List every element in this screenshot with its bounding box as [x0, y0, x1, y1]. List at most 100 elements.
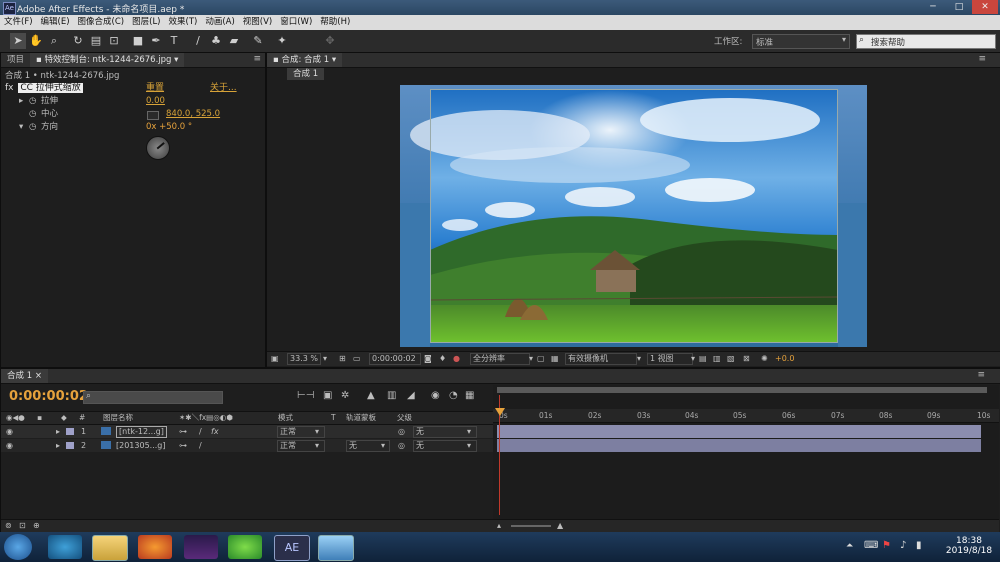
expand-arrow-icon[interactable]: ▸: [19, 95, 23, 108]
effect-reset-link[interactable]: 重置: [146, 82, 164, 95]
timeline-icon[interactable]: ▧: [727, 352, 735, 366]
quality-switch-icon[interactable]: /: [199, 425, 202, 438]
panel-menu-icon[interactable]: ≡: [253, 54, 261, 64]
menu-layer[interactable]: 图层(L): [128, 15, 164, 30]
close-icon[interactable]: ×: [32, 371, 42, 381]
camera-select[interactable]: 有效摄像机: [565, 353, 637, 365]
show-snapshot-icon[interactable]: ♦: [439, 352, 446, 366]
video-app-icon[interactable]: [184, 535, 218, 559]
pickwhip-icon[interactable]: ◎: [398, 439, 405, 452]
close-button[interactable]: ✕: [972, 0, 998, 14]
stopwatch-icon[interactable]: ◷: [29, 95, 36, 108]
brush-tool-icon[interactable]: /: [190, 33, 206, 49]
toggle-in-out-icon[interactable]: ⊕: [33, 520, 40, 532]
frame-blending-icon[interactable]: ▥: [387, 390, 396, 401]
menu-animation[interactable]: 动画(A): [201, 15, 238, 30]
flag-icon[interactable]: ⚑: [882, 540, 891, 551]
safe-zones-icon[interactable]: ⊞: [339, 352, 346, 366]
pickwhip-icon[interactable]: ◎: [398, 425, 405, 438]
snapshot-icon[interactable]: ◙: [424, 352, 432, 366]
shy-switch-icon[interactable]: ⊶: [179, 439, 187, 452]
flowchart-icon[interactable]: ⊠: [743, 352, 750, 366]
menu-window[interactable]: 窗口(W): [276, 15, 316, 30]
clock[interactable]: 18:38 2019/8/18: [944, 536, 994, 556]
chevron-down-icon[interactable]: ▾: [467, 439, 471, 452]
fast-previews-icon[interactable]: ▥: [713, 352, 721, 366]
network-icon[interactable]: ▮: [916, 540, 922, 551]
motion-blur-icon[interactable]: ◢: [407, 390, 415, 401]
graph-editor-icon[interactable]: ▦: [465, 390, 474, 401]
region-of-interest-icon[interactable]: ▢: [537, 352, 545, 366]
work-area-bar[interactable]: [497, 387, 987, 393]
chevron-down-icon[interactable]: ▾: [315, 425, 319, 438]
camera-tool-icon[interactable]: ▤: [88, 33, 104, 49]
file-explorer-icon[interactable]: [92, 535, 128, 561]
stopwatch-icon[interactable]: ◷: [29, 108, 36, 121]
layer-row[interactable]: ◉ ▸ 1 [ntk-12...g] ⊶ / fx 正常 ▾ ◎ 无 ▾: [1, 425, 493, 438]
live-update-icon[interactable]: ▣: [323, 390, 332, 401]
puppet-pin-tool-icon[interactable]: ✦: [274, 33, 290, 49]
rectangle-tool-icon[interactable]: ■: [130, 33, 146, 49]
expand-arrow-icon[interactable]: ▸: [56, 439, 60, 452]
volume-icon[interactable]: ♪: [900, 540, 906, 551]
point-picker-icon[interactable]: [147, 111, 159, 120]
comp-mini-flowchart-icon[interactable]: ⊢⊣: [297, 390, 314, 401]
zoom-out-icon[interactable]: ▴: [497, 520, 501, 532]
menu-file[interactable]: 文件(F): [0, 15, 37, 30]
layer-name[interactable]: [ntk-12...g]: [116, 426, 167, 438]
layer-duration-bar[interactable]: [497, 439, 981, 452]
eye-icon[interactable]: ◉: [6, 425, 13, 438]
workspace-select[interactable]: 标准 ▾: [752, 34, 850, 49]
text-tool-icon[interactable]: T: [166, 33, 182, 49]
zoom-select[interactable]: 33.3 %: [287, 353, 321, 365]
prop-value[interactable]: 0.00: [146, 95, 165, 108]
label-color-swatch[interactable]: [66, 428, 74, 435]
notes-app-icon[interactable]: [318, 535, 354, 561]
eye-icon[interactable]: ◉: [6, 439, 13, 452]
label-color-swatch[interactable]: [66, 442, 74, 449]
time-graph[interactable]: 0s 01s 02s 03s 04s 05s 06s 07s 08s 09s 1…: [493, 385, 999, 531]
menu-view[interactable]: 视图(V): [239, 15, 276, 30]
layer-name[interactable]: [201305...g]: [116, 439, 166, 452]
tab-project[interactable]: 项目: [1, 53, 30, 67]
minimize-button[interactable]: ─: [920, 0, 946, 14]
layer-search-input[interactable]: ⌕: [83, 391, 223, 404]
always-preview-icon[interactable]: ▣: [271, 352, 279, 366]
chevron-down-icon[interactable]: ▾: [323, 352, 327, 366]
resolution-select[interactable]: 全分辨率: [470, 353, 530, 365]
panel-menu-icon[interactable]: ≡: [977, 370, 985, 380]
chevron-down-icon[interactable]: ▾: [637, 352, 641, 366]
browser-icon[interactable]: [228, 535, 262, 559]
chevron-down-icon[interactable]: ▾: [315, 439, 319, 452]
timeline-zoom-slider[interactable]: [511, 525, 551, 527]
playhead-marker[interactable]: [495, 408, 505, 416]
maximize-button[interactable]: □: [946, 0, 972, 14]
quality-switch-icon[interactable]: /: [199, 439, 202, 452]
expand-arrow-icon[interactable]: ▸: [56, 425, 60, 438]
col-layer-name[interactable]: 图层名称: [103, 412, 133, 424]
channel-icon[interactable]: ●: [453, 352, 460, 366]
chevron-down-icon[interactable]: ▾: [381, 439, 385, 452]
chevron-down-icon[interactable]: ▾: [467, 425, 471, 438]
exposure-value[interactable]: +0.0: [775, 352, 794, 366]
after-effects-taskbar-icon[interactable]: AE: [274, 535, 310, 561]
effect-about-link[interactable]: 关于...: [210, 82, 237, 95]
auto-keyframe-icon[interactable]: ◔: [449, 390, 458, 401]
fx-switch-icon[interactable]: fx: [211, 425, 219, 438]
shy-switch-icon[interactable]: ⊶: [179, 425, 187, 438]
exposure-icon[interactable]: ✺: [761, 352, 768, 366]
layer-row[interactable]: ◉ ▸ 2 [201305...g] ⊶ / 正常 ▾ 无 ▾ ◎ 无 ▾: [1, 439, 493, 452]
toggle-pixel-aspect-icon[interactable]: ▤: [699, 352, 707, 366]
menu-edit[interactable]: 编辑(E): [37, 15, 74, 30]
transparency-grid-icon[interactable]: ▦: [551, 352, 559, 366]
menu-composition[interactable]: 图像合成(C): [74, 15, 129, 30]
toggle-switches-icon[interactable]: ⊚: [5, 520, 12, 532]
clone-stamp-tool-icon[interactable]: ♣: [208, 33, 224, 49]
chevron-down-icon[interactable]: ▾: [329, 55, 336, 65]
toggle-modes-icon[interactable]: ⊡: [19, 520, 26, 532]
layer-bounding-box[interactable]: [430, 89, 838, 343]
stopwatch-icon[interactable]: ◷: [29, 121, 36, 134]
fx-toggle-icon[interactable]: fx: [5, 83, 14, 93]
hand-tool-icon[interactable]: ✋: [28, 33, 44, 49]
shy-layers-icon[interactable]: ▲: [367, 390, 375, 401]
